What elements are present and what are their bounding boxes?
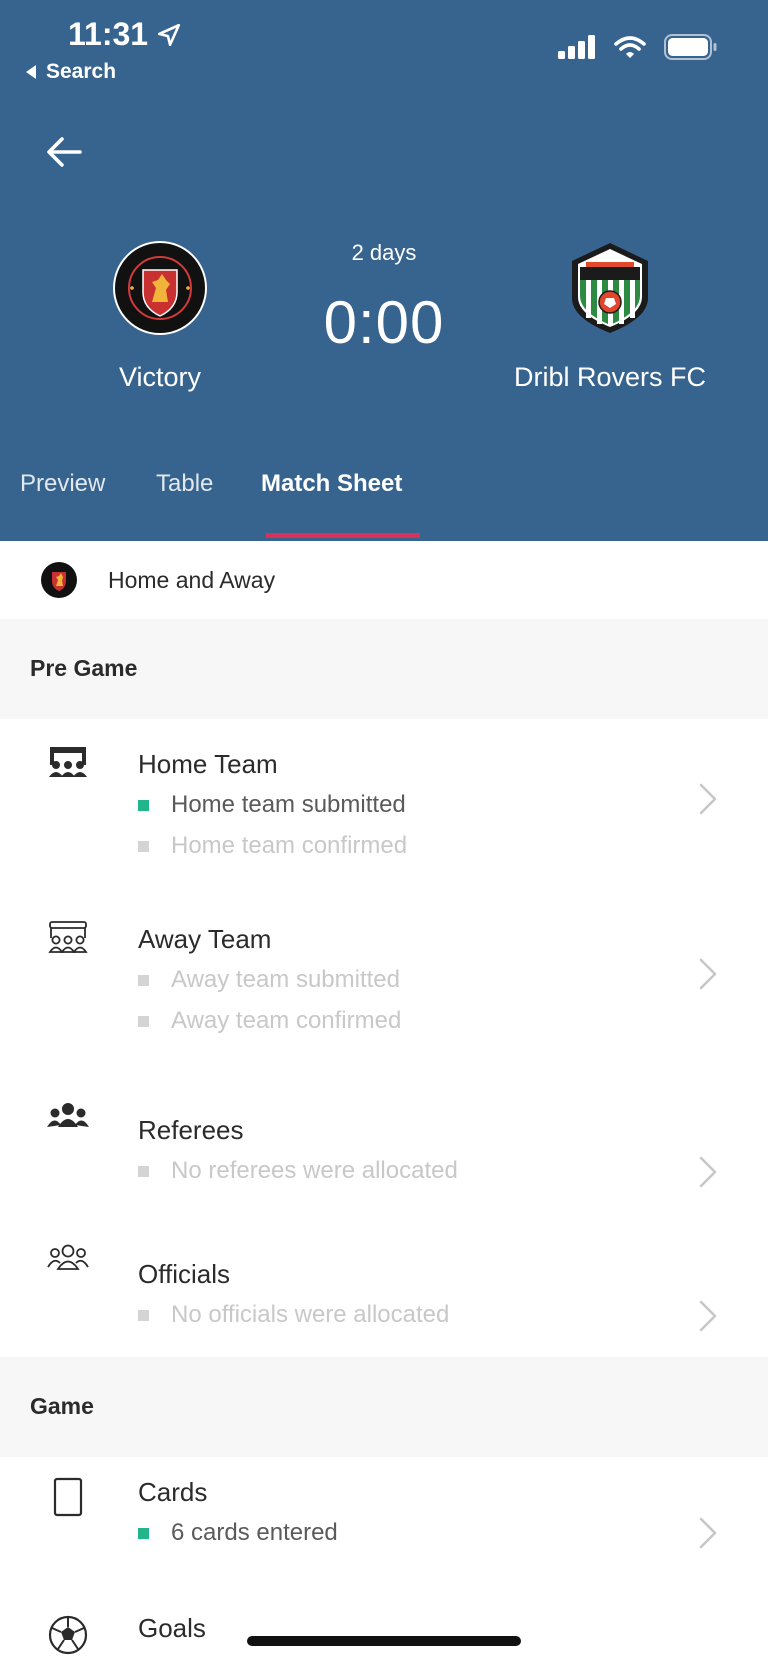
section-title: Game [30, 1393, 94, 1419]
status-line: Home team confirmed [138, 832, 407, 860]
competition-label: Home and Away [108, 567, 276, 593]
team-filled-icon [49, 747, 87, 777]
status-text: Away team submitted [171, 966, 400, 993]
status-text: No officials were allocated [171, 1301, 450, 1328]
status-square-pending [138, 974, 149, 986]
home-team-name: Victory [118, 362, 202, 392]
status-square-pending [138, 840, 149, 852]
status-text: Home team confirmed [171, 832, 408, 859]
list-item-cards[interactable]: Cards 6 cards entered [0, 1457, 768, 1601]
signal-icon [558, 35, 595, 59]
tab-table[interactable]: Table [156, 470, 213, 498]
section-game: Game [0, 1357, 768, 1457]
users-outline-icon [47, 1244, 89, 1270]
victory-crest-icon [113, 241, 207, 335]
status-back-to-search[interactable]: Search [24, 60, 116, 84]
back-arrow-icon[interactable] [40, 128, 88, 176]
battery-icon [664, 34, 717, 60]
tab-preview[interactable]: Preview [20, 470, 105, 498]
users-filled-icon [47, 1103, 89, 1127]
section-pre-game: Pre Game [0, 619, 768, 719]
chevron-right-icon [699, 1156, 717, 1188]
status-text: Away team confirmed [171, 1007, 402, 1034]
list-item-referees[interactable]: Referees No referees were allocated [0, 1069, 768, 1213]
status-back-label: Search [46, 60, 117, 83]
list-item-goals[interactable]: Goals [0, 1601, 768, 1662]
list-item-home-team[interactable]: Home Team Home team submitted Home team … [0, 719, 768, 894]
status-line: No referees were allocated [138, 1157, 458, 1185]
status-indicators [558, 34, 718, 60]
status-square-pending [138, 1015, 149, 1027]
item-title: Away Team [138, 924, 272, 954]
status-line: 6 cards entered [138, 1519, 338, 1547]
status-text: Home team submitted [171, 791, 406, 818]
status-time: 11:31 [68, 16, 182, 53]
team-outline-icon [48, 921, 88, 953]
location-arrow-icon [158, 23, 181, 46]
competition-crest-icon [41, 562, 77, 598]
chevron-right-icon [699, 958, 717, 990]
item-title: Cards [138, 1477, 208, 1507]
status-square-pending [138, 1165, 149, 1177]
item-title: Goals [138, 1613, 206, 1643]
away-team-name: Dribl Rovers FC [513, 362, 707, 392]
wifi-icon [614, 36, 646, 58]
status-square-done [138, 799, 149, 811]
section-title: Pre Game [30, 655, 138, 681]
list-item-officials[interactable]: Officials No officials were allocated [0, 1213, 768, 1357]
status-square-done [138, 1527, 149, 1539]
chevron-right-icon [699, 1517, 717, 1549]
item-title: Officials [138, 1259, 230, 1289]
status-line: Home team submitted [138, 791, 406, 819]
status-line: Away team submitted [138, 966, 400, 994]
status-square-pending [138, 1309, 149, 1321]
status-line: Away team confirmed [138, 1007, 401, 1035]
active-tab-indicator [266, 533, 420, 538]
chevron-right-icon [699, 1300, 717, 1332]
home-team[interactable]: Victory [80, 240, 240, 393]
home-indicator[interactable] [247, 1636, 521, 1646]
status-line: No officials were allocated [138, 1301, 449, 1329]
chevron-right-icon [699, 783, 717, 815]
away-team[interactable]: Dribl Rovers FC [490, 240, 730, 393]
match-score: 0:00 [323, 289, 445, 356]
rovers-crest-icon [572, 243, 648, 333]
match-header: 11:31 Search Victory 2 days 0:00 Dribl R… [0, 0, 768, 541]
status-text: No referees were allocated [171, 1157, 458, 1184]
competition-row[interactable]: Home and Away [0, 541, 768, 619]
item-title: Home Team [138, 749, 278, 779]
item-title: Referees [138, 1115, 244, 1145]
card-icon [53, 1477, 83, 1517]
match-countdown: 2 days [351, 240, 417, 265]
status-text: 6 cards entered [171, 1519, 338, 1546]
match-tabs: Preview Table Match Sheet [0, 470, 768, 541]
back-triangle-icon [26, 65, 36, 79]
soccer-ball-icon [48, 1615, 88, 1655]
status-time-text: 11:31 [68, 16, 149, 52]
list-item-away-team[interactable]: Away Team Away team submitted Away team … [0, 894, 768, 1069]
tab-match-sheet[interactable]: Match Sheet [261, 470, 402, 498]
